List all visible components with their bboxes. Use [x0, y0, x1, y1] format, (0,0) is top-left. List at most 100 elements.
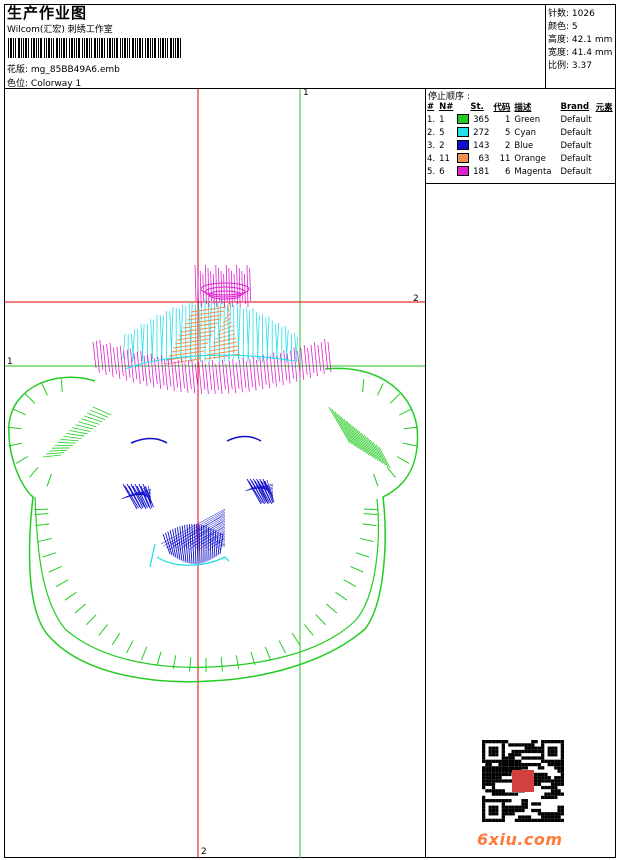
row-index: 3.: [427, 140, 436, 151]
row-brand: Default: [560, 114, 592, 125]
row-element: [595, 113, 616, 126]
watermark-site: 6xiu.com: [477, 830, 563, 849]
guide-v2-label: 2: [201, 847, 207, 857]
row-stitches: 181: [456, 165, 492, 178]
table-row: 2. 5 272 5 Cyan Default: [426, 126, 616, 139]
stitch-count: 143: [473, 140, 490, 151]
stat-label: 高度: [548, 35, 567, 45]
col-needle: N#: [439, 102, 454, 112]
col-element: 元素: [595, 103, 613, 113]
row-needle: 5: [439, 127, 445, 138]
table-row: 3. 2 143 2 Blue Default: [426, 139, 616, 152]
hat-pompom: [194, 264, 251, 308]
row-code: 11: [499, 153, 511, 164]
right-eyebrow: [226, 435, 262, 442]
left-eyebrow: [130, 437, 168, 444]
row-index: 5.: [427, 166, 436, 177]
row-code: 2: [504, 140, 511, 151]
row-brand: Default: [560, 153, 592, 164]
stat-stitches: 针数: 1026: [548, 9, 595, 19]
col-code: 代码: [493, 103, 511, 113]
guide-v1-label: 1: [303, 88, 309, 98]
color-swatch: [457, 166, 470, 177]
stitch-count: 365: [473, 114, 490, 125]
head-inner-outline: [34, 496, 379, 668]
stat-value: 3.37: [571, 61, 592, 71]
stat-value: 5: [571, 22, 578, 32]
color-swatch: [457, 140, 470, 151]
left-eye: [120, 483, 154, 510]
left-ear-fill: [42, 406, 112, 458]
stop-table-bottom: [425, 183, 616, 184]
color-swatch: [457, 127, 470, 138]
color-swatch: [457, 153, 470, 164]
hat-cyan-fill: [122, 299, 299, 363]
table-row: 4. 11 63 11 Orange Default: [426, 152, 616, 165]
stitch-count: 63: [478, 153, 490, 164]
stat-value: 41.4 mm: [571, 48, 613, 58]
stat-value: 1026: [571, 9, 595, 19]
row-name: Orange: [514, 153, 546, 164]
col-brand: Brand: [560, 102, 590, 112]
row-brand: Default: [560, 127, 592, 138]
col-index: #: [427, 102, 435, 112]
guide-h1-label: 1: [7, 357, 13, 367]
row-code: 1: [504, 114, 511, 125]
guide-h2-label: 2: [413, 294, 419, 304]
page-title: 生产作业图: [7, 4, 88, 22]
colorway-line: 色位: Colorway 1: [7, 76, 81, 89]
stat-value: 42.1 mm: [571, 35, 613, 45]
stitch-count: 181: [473, 166, 490, 177]
row-brand: Default: [560, 140, 592, 151]
row-needle: 2: [439, 140, 445, 151]
studio-name: Wilcom(汇宏) 刺绣工作室: [7, 25, 113, 35]
right-eye: [244, 478, 275, 505]
barcode: [8, 38, 181, 58]
row-index: 4.: [427, 153, 436, 164]
nose: [160, 508, 226, 565]
row-stitches: 63: [456, 152, 492, 165]
stat-colors: 颜色: 5: [548, 22, 578, 32]
stat-label: 针数: [548, 9, 567, 19]
row-stitches: 143: [456, 139, 492, 152]
stat-width: 宽度: 41.4 mm: [548, 48, 613, 58]
col-stitches: St.: [470, 102, 484, 112]
row-code: 6: [504, 166, 511, 177]
row-code: 5: [504, 127, 511, 138]
row-element: [595, 139, 616, 152]
row-element: [595, 165, 616, 178]
design-label: 花版:: [7, 65, 31, 75]
stats-divider: [545, 4, 546, 88]
embroidery-design: [5, 89, 425, 858]
design-file: mg_85BB49A6.emb: [30, 65, 120, 75]
row-index: 2.: [427, 127, 436, 138]
row-stitches: 365: [456, 113, 492, 126]
row-needle: 11: [439, 153, 450, 164]
row-index: 1.: [427, 114, 436, 125]
stat-label: 宽度: [548, 48, 567, 58]
row-element: [595, 126, 616, 139]
qr-code: [482, 740, 564, 822]
design-file-line: 花版: mg_85BB49A6.emb: [7, 62, 120, 75]
row-brand: Default: [560, 166, 592, 177]
colorway-value: Colorway 1: [30, 79, 82, 89]
stat-label: 比例: [548, 61, 567, 71]
row-needle: 1: [439, 114, 445, 125]
row-element: [595, 152, 616, 165]
row-name: Cyan: [514, 127, 536, 138]
row-name: Magenta: [514, 166, 552, 177]
table-row: 1. 1 365 1 Green Default: [426, 113, 616, 126]
color-swatch: [457, 114, 470, 125]
col-desc: 描述: [514, 103, 532, 113]
stat-label: 颜色: [548, 22, 567, 32]
stop-sequence-table: # N# St. 代码 描述 Brand 元素 1. 1 365 1 Green…: [426, 101, 616, 178]
stat-scale: 比例: 3.37: [548, 61, 592, 71]
table-header-row: # N# St. 代码 描述 Brand 元素: [426, 101, 616, 113]
stat-height: 高度: 42.1 mm: [548, 35, 613, 45]
colorway-label: 色位:: [7, 79, 31, 89]
table-row: 5. 6 181 6 Magenta Default: [426, 165, 616, 178]
row-name: Green: [514, 114, 541, 125]
panel-divider: [425, 88, 426, 858]
row-name: Blue: [514, 140, 534, 151]
row-needle: 6: [439, 166, 445, 177]
